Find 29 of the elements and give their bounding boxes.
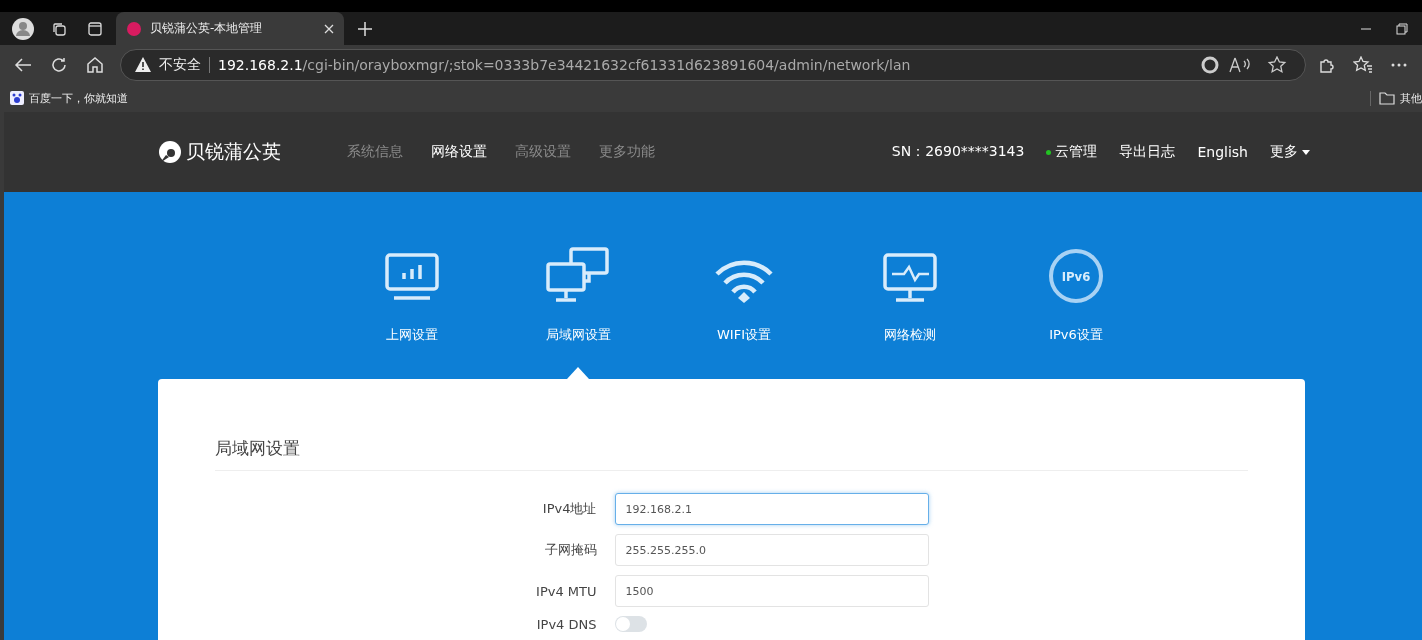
text-input[interactable]: 192.168.2.1 — [614, 493, 929, 525]
security-label: 不安全 — [159, 55, 201, 74]
cloud-link[interactable]: 云管理 — [1046, 143, 1098, 161]
nav-link[interactable]: 高级设置 — [515, 143, 571, 161]
logo-text: 贝锐蒲公英 — [186, 139, 281, 164]
feature-tab[interactable]: 网络检测 — [858, 246, 962, 344]
more-menu[interactable]: 更多 — [1270, 143, 1310, 161]
panel-title: 局域网设置 — [214, 437, 1248, 471]
language-link[interactable]: English — [1197, 144, 1248, 160]
field-label: 子网掩码 — [543, 541, 597, 559]
address-bar[interactable]: 不安全 192.168.2.1/cgi-bin/orayboxmgr/;stok=0333b7e34421632cf61331d623891604/admin/network/lan — [120, 48, 1306, 81]
nav-link[interactable]: 更多功能 — [599, 143, 655, 161]
feature-tab[interactable]: IPv6 IPv6设置 — [1024, 246, 1128, 344]
field-label: IPv4 MTU — [535, 583, 597, 599]
field-label: IPv4地址 — [541, 500, 597, 518]
export-log-link[interactable]: 导出日志 — [1119, 143, 1176, 161]
bookmark-link[interactable]: 百度一下，你就知道 — [29, 90, 128, 106]
url-text: 192.168.2.1/cgi-bin/orayboxmgr/;stok=0333b7e34421632cf61331d623891604/admin/network/lan — [218, 56, 912, 73]
text-input[interactable]: 1500 — [614, 575, 929, 607]
field-label: IPv4 DNS — [535, 616, 597, 632]
nav-link[interactable]: 系统信息 — [347, 143, 403, 161]
ipv6-label: IPv6 — [1061, 269, 1091, 284]
other-bookmarks-link[interactable]: 其他 — [1400, 90, 1422, 106]
text-input[interactable]: 255.255.255.0 — [614, 534, 929, 566]
serial-number: SN：2690****3143 — [891, 143, 1025, 161]
nav-link[interactable]: 网络设置 — [431, 143, 487, 161]
browser-tab[interactable]: 贝锐蒲公英-本地管理 — [116, 12, 344, 45]
feature-tab[interactable]: 上网设置 — [360, 246, 464, 344]
feature-tab[interactable]: WIFI设置 — [692, 246, 796, 344]
